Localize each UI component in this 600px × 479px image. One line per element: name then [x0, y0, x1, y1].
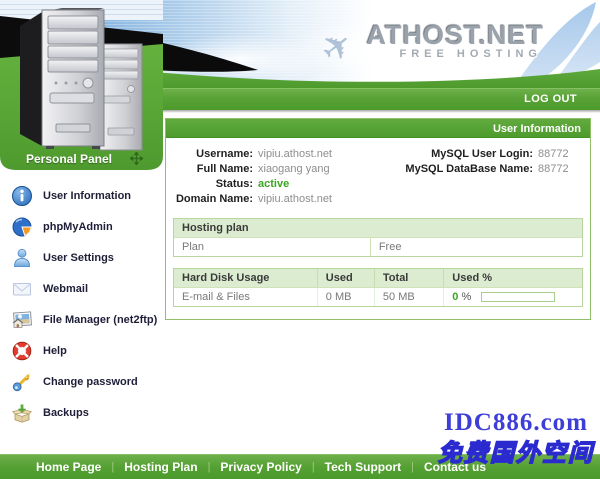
watermark-chinese: 免费国外空间: [438, 433, 594, 468]
usage-name: E-mail & Files: [174, 288, 317, 306]
move-icon[interactable]: [130, 152, 143, 165]
sidebar-item-label: Backups: [43, 407, 89, 419]
plan-label: Plan: [174, 238, 370, 256]
info-row: Status: active: [174, 177, 582, 192]
sidebar-item-file-manager[interactable]: File Manager (net2ftp): [0, 304, 163, 335]
info-label: Domain Name:: [174, 192, 258, 207]
info-label: MySQL User Login:: [376, 147, 538, 162]
sidebar-header: Personal Panel: [0, 0, 163, 172]
info-value: 88772: [538, 162, 569, 177]
info-row: Domain Name: vipiu.athost.net: [174, 192, 582, 207]
sidebar-item-label: Help: [43, 345, 67, 357]
sidebar-item-backups[interactable]: Backups: [0, 397, 163, 428]
info-value: xiaogang yang: [258, 162, 376, 177]
pie-chart-icon: [11, 216, 33, 238]
image-icon: [11, 309, 33, 331]
status-value: active: [258, 177, 376, 192]
hosting-plan-table: Hosting plan Plan Free: [173, 218, 583, 257]
page: ✈ ATHOST.NET FREE HOSTING LOG OUT: [0, 0, 600, 479]
info-label: Full Name:: [174, 162, 258, 177]
info-row: Full Name: xiaogang yang MySQL DataBase …: [174, 162, 582, 177]
sidebar-item-label: User Settings: [43, 252, 114, 264]
plan-value: Free: [370, 238, 582, 256]
footer-divider: |: [208, 461, 211, 473]
user-icon: [11, 247, 33, 269]
server-towers-illustration: [0, 0, 163, 172]
footer-divider: |: [411, 461, 414, 473]
footer-divider: |: [312, 461, 315, 473]
info-label: Username:: [174, 147, 258, 162]
info-row: Username: vipiu.athost.net MySQL User Lo…: [174, 147, 582, 162]
sidebar-item-user-settings[interactable]: User Settings: [0, 242, 163, 273]
info-value: vipiu.athost.net: [258, 147, 376, 162]
footer-divider: |: [111, 461, 114, 473]
sidebar-item-phpmyadmin[interactable]: phpMyAdmin: [0, 211, 163, 242]
info-label: MySQL DataBase Name:: [376, 162, 538, 177]
column-header: Hard Disk Usage: [174, 269, 317, 287]
info-value: 88772: [538, 147, 569, 162]
info-value: vipiu.athost.net: [258, 192, 376, 207]
sidebar-item-label: Change password: [43, 376, 138, 388]
usage-total: 50 MB: [374, 288, 443, 306]
percent-sign: %: [461, 291, 471, 303]
sidebar-item-label: User Information: [43, 190, 131, 202]
logo-title: ATHOST.NET: [367, 20, 545, 51]
table-title: Hosting plan: [174, 219, 582, 237]
section-title: User Information: [493, 123, 581, 135]
footer-link-home-page[interactable]: Home Page: [36, 460, 101, 474]
sidebar-item-label: File Manager (net2ftp): [43, 314, 157, 326]
lifebuoy-icon: [11, 340, 33, 362]
sidebar-item-help[interactable]: Help: [0, 335, 163, 366]
column-header: Used: [317, 269, 374, 287]
key-icon: [11, 371, 33, 393]
user-information-panel: User Information Username: vipiu.athost.…: [165, 118, 591, 320]
logo-subtitle: FREE HOSTING: [399, 48, 542, 60]
sidebar-item-label: Webmail: [43, 283, 88, 295]
disk-usage-table: Hard Disk Usage Used Total Used % E-mail…: [173, 268, 583, 307]
personal-panel-title: Personal Panel: [10, 152, 128, 166]
usage-percent-value: 0: [452, 291, 458, 303]
sidebar-item-user-information[interactable]: User Information: [0, 180, 163, 211]
usage-used: 0 MB: [317, 288, 374, 306]
column-header: Total: [374, 269, 443, 287]
table-row: Plan Free: [174, 237, 582, 256]
user-info-area: Username: vipiu.athost.net MySQL User Lo…: [166, 138, 590, 211]
usage-percent-cell: 0 %: [443, 288, 582, 306]
footer-link-tech-support[interactable]: Tech Support: [325, 460, 401, 474]
hosting-plan-header: Hosting plan: [174, 219, 582, 237]
box-icon: [11, 402, 33, 424]
footer-link-privacy-policy[interactable]: Privacy Policy: [220, 460, 301, 474]
sidebar-item-label: phpMyAdmin: [43, 221, 113, 233]
sidebar-item-webmail[interactable]: Webmail: [0, 273, 163, 304]
table-row: E-mail & Files 0 MB 50 MB 0 %: [174, 287, 582, 306]
info-label: Status:: [174, 177, 258, 192]
sidebar-menu: User Information phpMyAdmin User Setting…: [0, 180, 163, 428]
section-title-bar: User Information: [166, 119, 590, 138]
logout-button[interactable]: LOG OUT: [524, 89, 577, 110]
info-icon: [11, 185, 33, 207]
footer-link-hosting-plan[interactable]: Hosting Plan: [124, 460, 197, 474]
sidebar-item-change-password[interactable]: Change password: [0, 366, 163, 397]
column-header: Used %: [443, 269, 582, 287]
disk-usage-header: Hard Disk Usage Used Total Used %: [174, 269, 582, 287]
envelope-icon: [11, 278, 33, 300]
usage-progress-bar: [481, 292, 555, 302]
